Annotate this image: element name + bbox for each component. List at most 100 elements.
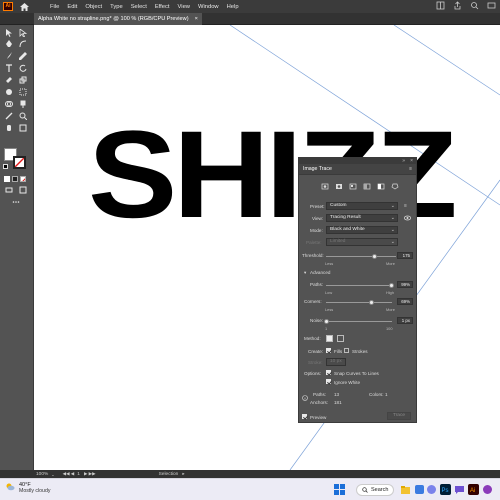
edit-toolbar-icon[interactable] bbox=[11, 197, 21, 206]
scale-tool-icon[interactable] bbox=[18, 75, 28, 84]
widgets-icon[interactable] bbox=[414, 484, 425, 495]
artboard-tool-icon[interactable] bbox=[18, 123, 28, 132]
overlapping-method-icon[interactable] bbox=[337, 335, 344, 342]
corners-value-field[interactable]: 69% bbox=[397, 298, 413, 305]
selection-tool-icon[interactable] bbox=[4, 28, 14, 37]
default-colors-icon[interactable] bbox=[3, 164, 8, 169]
paintbrush-tool-icon[interactable] bbox=[4, 51, 14, 60]
paths-value-field[interactable]: 99% bbox=[397, 281, 413, 288]
menu-type[interactable]: Type bbox=[110, 4, 123, 10]
artboard-nav-next-icon[interactable]: ▶ ▶▶ bbox=[84, 471, 96, 477]
threshold-value-field[interactable]: 175 bbox=[397, 252, 413, 259]
strokes-checkbox[interactable] bbox=[344, 348, 349, 353]
workspace-icon[interactable] bbox=[487, 1, 496, 10]
panel-menu-icon[interactable]: ≡ bbox=[409, 166, 412, 172]
menu-window[interactable]: Window bbox=[198, 4, 219, 10]
warp-tool-icon[interactable] bbox=[4, 87, 14, 96]
file-explorer-icon[interactable] bbox=[400, 484, 411, 495]
mode-dropdown[interactable]: Black and White ⌄ bbox=[326, 226, 398, 234]
none-icon[interactable] bbox=[20, 176, 26, 182]
direct-selection-tool-icon[interactable] bbox=[18, 28, 28, 37]
threshold-slider-track[interactable] bbox=[326, 256, 396, 257]
preview-checkbox[interactable] bbox=[302, 414, 307, 419]
preset-dropdown[interactable]: Custom ⌄ bbox=[326, 202, 398, 210]
zoom-tool-icon[interactable] bbox=[18, 111, 28, 120]
paths-slider-track[interactable] bbox=[326, 285, 392, 286]
arrange-documents-icon[interactable] bbox=[436, 1, 445, 10]
grayscale-preset-icon[interactable] bbox=[363, 183, 371, 190]
stroke-swatch[interactable] bbox=[13, 156, 26, 169]
rotate-tool-icon[interactable] bbox=[18, 63, 28, 72]
ignore-white-checkbox[interactable] bbox=[326, 379, 331, 384]
paths-slider-knob[interactable] bbox=[388, 283, 394, 288]
close-panel-icon[interactable]: × bbox=[410, 158, 413, 164]
draw-mode-icon[interactable] bbox=[4, 185, 14, 194]
trace-button[interactable]: Trace bbox=[387, 412, 411, 420]
share-icon[interactable] bbox=[453, 1, 462, 10]
fills-checkbox[interactable] bbox=[326, 348, 331, 353]
menu-view[interactable]: View bbox=[178, 4, 190, 10]
eyedropper-tool-icon[interactable] bbox=[4, 111, 14, 120]
collapse-panel-icon[interactable]: » bbox=[402, 158, 405, 164]
windows-start-icon[interactable] bbox=[334, 484, 345, 495]
snap-curves-checkbox[interactable] bbox=[326, 370, 331, 375]
screen-mode-icon[interactable] bbox=[18, 185, 28, 194]
eraser-tool-icon[interactable] bbox=[4, 75, 14, 84]
home-icon[interactable] bbox=[18, 2, 30, 12]
preset-menu-icon[interactable]: ≡ bbox=[404, 203, 407, 209]
menu-select[interactable]: Select bbox=[131, 4, 147, 10]
chevron-down-icon[interactable]: ⌄ bbox=[51, 472, 54, 477]
pencil-tool-icon[interactable] bbox=[18, 51, 28, 60]
noise-value-field[interactable]: 1 px bbox=[397, 317, 413, 324]
advanced-toggle-icon[interactable]: ▾ bbox=[304, 270, 306, 276]
outline-preset-icon[interactable] bbox=[391, 183, 399, 190]
menu-file[interactable]: File bbox=[50, 4, 59, 10]
free-transform-tool-icon[interactable] bbox=[18, 87, 28, 96]
corners-slider-track[interactable] bbox=[326, 302, 392, 303]
browser-icon[interactable] bbox=[482, 484, 493, 495]
zoom-level[interactable]: 100% bbox=[36, 472, 48, 477]
low-color-preset-icon[interactable] bbox=[349, 183, 357, 190]
threshold-slider-knob[interactable] bbox=[371, 254, 377, 259]
abutting-method-icon[interactable] bbox=[326, 335, 333, 342]
advanced-label[interactable]: Advanced bbox=[310, 270, 330, 275]
corners-slider-knob[interactable] bbox=[369, 300, 375, 305]
fill-color-icon[interactable] bbox=[4, 176, 10, 182]
menu-help[interactable]: Help bbox=[227, 4, 239, 10]
curvature-tool-icon[interactable] bbox=[18, 39, 28, 48]
search-help-icon[interactable] bbox=[470, 1, 479, 10]
shape-builder-tool-icon[interactable] bbox=[4, 99, 14, 108]
black-white-preset-icon[interactable] bbox=[377, 183, 385, 190]
hand-tool-icon[interactable] bbox=[4, 123, 14, 132]
eye-icon[interactable] bbox=[404, 215, 411, 221]
tools-panel bbox=[0, 25, 34, 470]
menu-effect[interactable]: Effect bbox=[155, 4, 170, 10]
close-tab-icon[interactable]: × bbox=[195, 13, 198, 25]
panel-title-bar[interactable]: » × bbox=[299, 158, 416, 164]
type-tool-icon[interactable] bbox=[4, 63, 14, 72]
noise-slider-knob[interactable] bbox=[323, 319, 329, 324]
noise-slider-track[interactable] bbox=[326, 321, 392, 322]
view-dropdown[interactable]: Tracing Result ⌄ bbox=[326, 214, 398, 222]
artboard-number[interactable]: 1 bbox=[77, 472, 80, 477]
photoshop-icon[interactable]: Ps bbox=[440, 484, 451, 495]
illustrator-taskbar-icon[interactable]: Ai bbox=[468, 484, 479, 495]
palette-value: Limited bbox=[330, 239, 346, 244]
artboard-canvas[interactable]: SHIZZ bbox=[34, 25, 500, 470]
weather-widget[interactable]: 40°F Mostly cloudy bbox=[5, 482, 50, 494]
chevron-right-icon[interactable]: ▸ bbox=[182, 471, 184, 477]
menu-object[interactable]: Object bbox=[85, 4, 102, 10]
pen-tool-icon[interactable] bbox=[4, 39, 14, 48]
auto-color-preset-icon[interactable] bbox=[321, 183, 329, 190]
document-tab[interactable]: Alpha White no strapline.png* @ 100 % (R… bbox=[34, 13, 202, 25]
menu-edit[interactable]: Edit bbox=[67, 4, 77, 10]
teams-icon[interactable] bbox=[426, 484, 437, 495]
chat-icon[interactable] bbox=[454, 484, 465, 495]
colors-stat-value: 1 bbox=[385, 392, 388, 397]
taskbar-search[interactable]: Search bbox=[356, 484, 394, 496]
cloud-icon bbox=[6, 483, 15, 491]
artboard-nav-icon[interactable]: ◀◀ ◀ bbox=[63, 471, 75, 477]
live-paint-tool-icon[interactable] bbox=[18, 99, 28, 108]
high-color-preset-icon[interactable] bbox=[335, 183, 343, 190]
gradient-icon[interactable] bbox=[12, 176, 18, 182]
